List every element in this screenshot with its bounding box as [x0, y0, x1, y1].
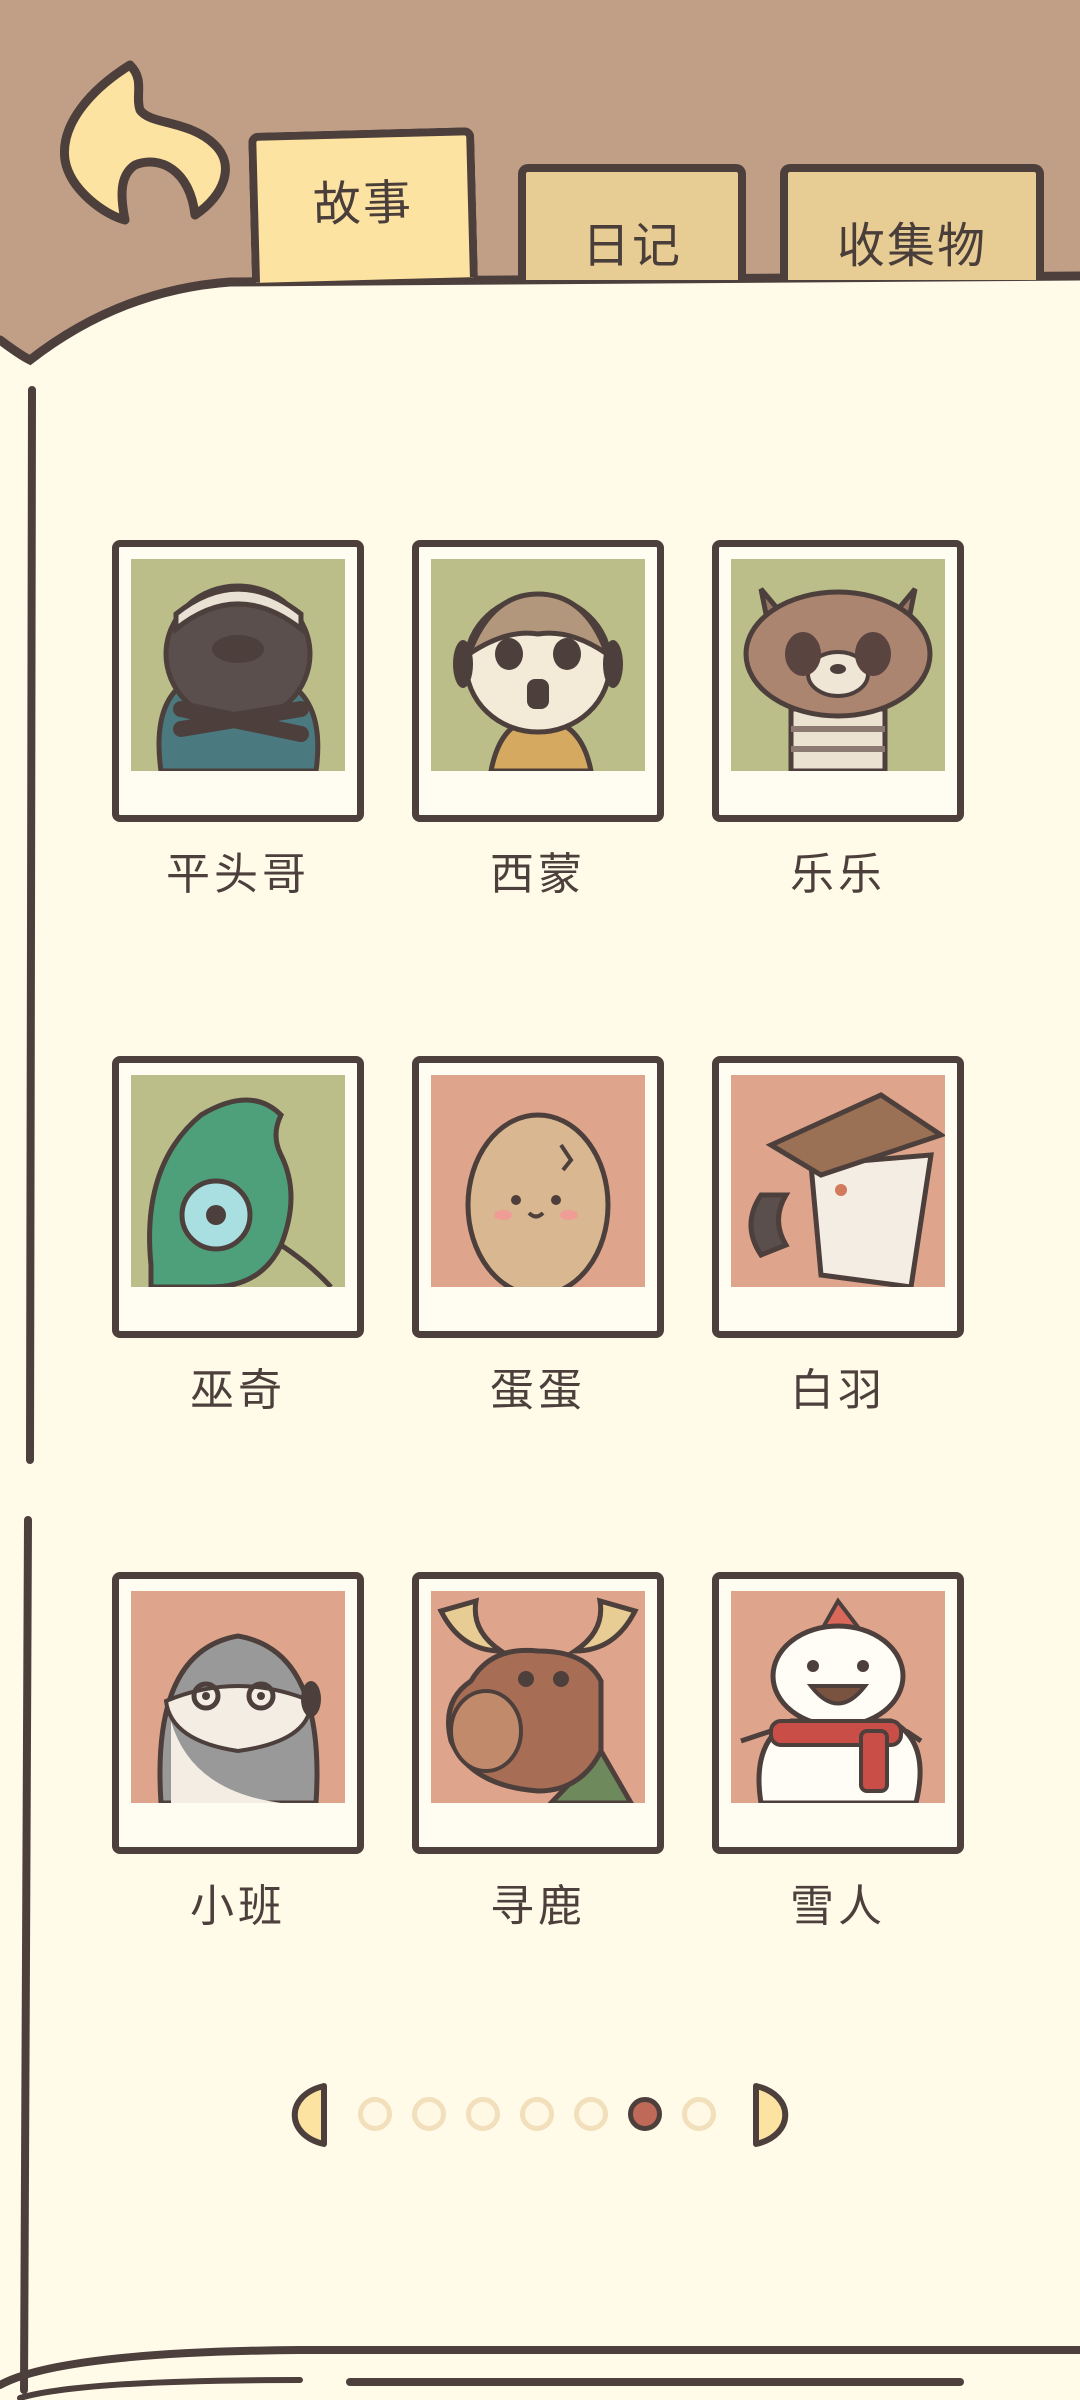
character-name: 蛋蛋 — [490, 1365, 586, 1416]
character-name: 小班 — [190, 1881, 286, 1932]
character-card[interactable]: 小班 — [96, 1572, 396, 1962]
chameleon-portrait-icon — [147, 1097, 333, 1287]
character-photo-frame — [712, 1056, 964, 1338]
page-dot[interactable] — [466, 2097, 500, 2131]
character-portrait-bg — [131, 559, 345, 771]
next-page-arrow-icon[interactable] — [752, 2080, 800, 2150]
bird-portrait-icon — [748, 1092, 945, 1287]
character-photo-frame — [112, 540, 364, 822]
page-dot[interactable] — [682, 2097, 716, 2131]
character-photo-frame — [412, 1572, 664, 1854]
character-portrait-bg — [431, 559, 645, 771]
character-photo-frame — [412, 1056, 664, 1338]
character-grid: 平头哥 西蒙 乐乐 巫奇 蛋蛋 白羽 小班 寻鹿 雪人 — [0, 0, 1080, 2400]
character-portrait-bg — [431, 1075, 645, 1287]
character-portrait-bg — [731, 559, 945, 771]
character-photo-frame — [412, 540, 664, 822]
character-portrait-bg — [731, 1591, 945, 1803]
character-name: 西蒙 — [490, 849, 586, 900]
page-dot[interactable] — [358, 2097, 392, 2131]
character-photo-frame — [712, 1572, 964, 1854]
character-portrait-bg — [431, 1591, 645, 1803]
character-card[interactable]: 白羽 — [696, 1056, 996, 1446]
snowman-portrait-icon — [740, 1597, 923, 1803]
character-portrait-bg — [131, 1591, 345, 1803]
character-photo-frame — [712, 540, 964, 822]
character-card[interactable]: 巫奇 — [96, 1056, 396, 1446]
page-dot[interactable] — [628, 2097, 662, 2131]
character-name: 雪人 — [790, 1881, 886, 1932]
character-name: 平头哥 — [166, 849, 310, 900]
raccoon-dog-portrait-icon — [743, 587, 933, 771]
character-portrait-bg — [731, 1075, 945, 1287]
previous-page-arrow-icon[interactable] — [280, 2080, 328, 2150]
character-card[interactable]: 雪人 — [696, 1572, 996, 1962]
character-card[interactable]: 蛋蛋 — [396, 1056, 696, 1446]
character-name: 白羽 — [790, 1365, 886, 1416]
character-portrait-bg — [131, 1075, 345, 1287]
character-name: 巫奇 — [190, 1365, 286, 1416]
character-card[interactable]: 西蒙 — [396, 540, 696, 930]
character-name: 寻鹿 — [490, 1881, 586, 1932]
egg-portrait-icon — [465, 1112, 611, 1287]
meerkat-portrait-icon — [453, 591, 623, 771]
page-dot[interactable] — [520, 2097, 554, 2131]
character-card[interactable]: 乐乐 — [696, 540, 996, 930]
character-card[interactable]: 平头哥 — [96, 540, 396, 930]
otter-portrait-icon — [157, 1633, 321, 1803]
honey-badger-portrait-icon — [156, 583, 321, 771]
page-indicator — [280, 2076, 800, 2147]
moose-portrait-icon — [437, 1597, 639, 1803]
page-dot[interactable] — [412, 2097, 446, 2131]
character-name: 乐乐 — [790, 849, 886, 900]
character-card[interactable]: 寻鹿 — [396, 1572, 696, 1962]
character-photo-frame — [112, 1572, 364, 1854]
character-photo-frame — [112, 1056, 364, 1338]
page-dot[interactable] — [574, 2097, 608, 2131]
